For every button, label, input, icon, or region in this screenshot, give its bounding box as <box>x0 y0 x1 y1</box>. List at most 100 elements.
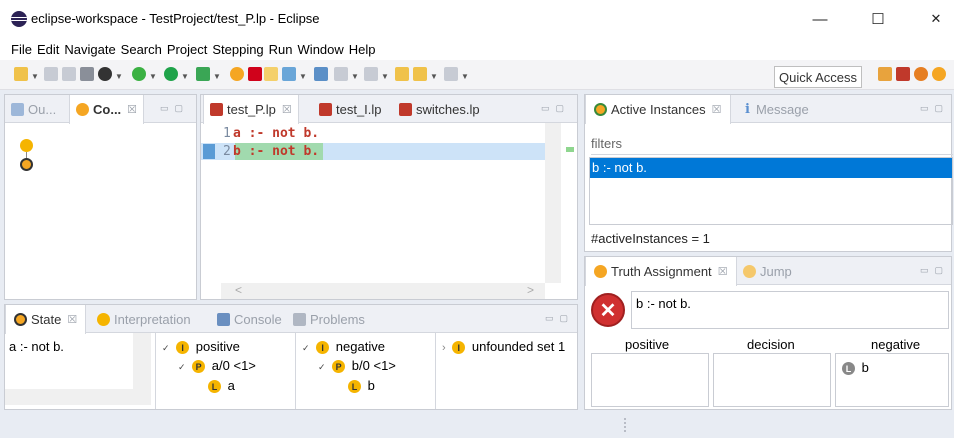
tree-node-predicate[interactable]: ✓ P b/0 <1> <box>318 358 396 374</box>
chevron-down-icon[interactable]: ✓ <box>162 343 170 353</box>
scroll-right-icon[interactable]: > <box>527 283 534 297</box>
tab-active-instances[interactable]: Active Instances ☒ <box>585 95 731 124</box>
horizontal-scrollbar[interactable] <box>221 283 545 299</box>
close-tab-icon[interactable]: ☒ <box>718 265 728 278</box>
chevron-right-icon[interactable]: › <box>442 342 446 354</box>
open-perspective-icon[interactable] <box>878 67 892 81</box>
tab-state[interactable]: State ☒ <box>5 305 87 334</box>
tree-node-negative[interactable]: ✓ I negative <box>302 339 385 355</box>
menu-project[interactable]: Project <box>167 42 207 57</box>
decision-list[interactable] <box>713 353 831 407</box>
close-tab-icon[interactable]: ☒ <box>67 313 77 326</box>
chevron-down-icon[interactable]: ▼ <box>31 72 39 81</box>
positive-list[interactable] <box>591 353 709 407</box>
vertical-scrollbar[interactable] <box>545 123 561 283</box>
breakpoint-marker-icon[interactable] <box>203 144 215 159</box>
chevron-down-icon[interactable]: ▼ <box>351 72 359 81</box>
menu-navigate[interactable]: Navigate <box>64 42 115 57</box>
code-line[interactable]: a :- not b. <box>233 126 319 141</box>
chevron-down-icon[interactable]: ▼ <box>213 72 221 81</box>
predicate-badge-icon: P <box>332 360 346 374</box>
menu-window[interactable]: Window <box>298 42 344 57</box>
close-tab-icon[interactable]: ☒ <box>127 103 137 116</box>
forward-icon[interactable] <box>444 67 458 81</box>
forward-history-icon[interactable] <box>413 67 427 81</box>
tab-test-p[interactable]: test_P.lp ☒ <box>203 95 299 124</box>
menu-search[interactable]: Search <box>121 42 162 57</box>
maximize-button[interactable]: ☐ <box>858 6 898 32</box>
chevron-down-icon[interactable]: ▼ <box>149 72 157 81</box>
minimize-maximize-icon[interactable]: ▭▢ <box>160 103 189 114</box>
stop-icon[interactable] <box>248 67 262 81</box>
minimize-maximize-icon[interactable]: ▭▢ <box>541 103 570 114</box>
code-line[interactable]: b :- not b. <box>233 144 319 159</box>
close-tab-icon[interactable]: ☒ <box>712 103 722 116</box>
chevron-down-icon[interactable]: ▼ <box>299 72 307 81</box>
chevron-down-icon[interactable]: ✓ <box>302 343 310 353</box>
prev-annotation-icon[interactable] <box>364 67 378 81</box>
tree-node-literal[interactable]: L a <box>208 378 235 394</box>
tab-console[interactable]: Console <box>217 305 282 333</box>
minimize-maximize-icon[interactable]: ▭▢ <box>920 265 949 276</box>
node-icon[interactable] <box>20 158 33 171</box>
menu-help[interactable]: Help <box>349 42 376 57</box>
tab-interpretation[interactable]: Interpretation <box>97 305 191 333</box>
node-icon[interactable] <box>20 139 33 152</box>
step-icon[interactable] <box>230 67 244 81</box>
run-icon[interactable] <box>164 67 178 81</box>
chevron-down-icon[interactable]: ▼ <box>461 72 469 81</box>
chevron-down-icon[interactable]: ▼ <box>181 72 189 81</box>
tab-constraints[interactable]: Co... ☒ <box>69 95 145 124</box>
minimize-button[interactable]: — <box>800 6 840 32</box>
scroll-left-icon[interactable]: < <box>235 283 242 297</box>
rule-textbox[interactable]: b :- not b. <box>631 291 949 329</box>
list-item[interactable]: a :- not b. <box>9 339 64 354</box>
perspective-stepping-icon[interactable] <box>914 67 928 81</box>
folder-icon[interactable] <box>264 67 278 81</box>
tool-icon[interactable] <box>80 67 94 81</box>
tree-node-unfounded[interactable]: › I unfounded set 1 <box>442 339 565 355</box>
quick-access-input[interactable]: Quick Access <box>774 66 862 88</box>
tab-problems[interactable]: Problems <box>293 305 365 333</box>
bug-icon[interactable] <box>132 67 146 81</box>
tab-outline[interactable]: Ou... <box>11 95 56 123</box>
chevron-down-icon[interactable]: ▼ <box>115 72 123 81</box>
search-icon[interactable] <box>314 67 328 81</box>
pencil-icon[interactable] <box>282 67 296 81</box>
save-all-icon[interactable] <box>62 67 76 81</box>
tree-node-predicate[interactable]: ✓ P a/0 <1> <box>178 358 256 374</box>
close-tab-icon[interactable]: ☒ <box>282 103 292 116</box>
tab-switches[interactable]: switches.lp <box>399 95 480 123</box>
horizontal-scrollbar[interactable] <box>5 389 151 405</box>
tab-message[interactable]: i Message <box>745 95 809 123</box>
close-button[interactable]: ✕ <box>916 6 954 32</box>
save-icon[interactable] <box>44 67 58 81</box>
external-tool-icon[interactable] <box>196 67 210 81</box>
tree-node-positive[interactable]: ✓ I positive <box>162 339 240 355</box>
debug-icon[interactable] <box>98 67 112 81</box>
new-file-icon[interactable] <box>14 67 28 81</box>
chevron-down-icon[interactable]: ✓ <box>318 362 326 372</box>
minimize-maximize-icon[interactable]: ▭▢ <box>545 313 574 324</box>
back-icon[interactable] <box>395 67 409 81</box>
negative-list[interactable]: L b <box>835 353 949 407</box>
vertical-scrollbar[interactable] <box>133 333 151 389</box>
tab-truth-assignment[interactable]: Truth Assignment ☒ <box>585 257 737 286</box>
menu-stepping[interactable]: Stepping <box>212 42 263 57</box>
next-annotation-icon[interactable] <box>334 67 348 81</box>
list-item[interactable]: b :- not b. <box>590 158 952 178</box>
perspective-asp-icon[interactable] <box>932 67 946 81</box>
chevron-down-icon[interactable]: ✓ <box>178 362 186 372</box>
menu-file[interactable]: File <box>11 42 32 57</box>
filters-input[interactable]: filters <box>591 133 953 155</box>
menu-edit[interactable]: Edit <box>37 42 59 57</box>
chevron-down-icon[interactable]: ▼ <box>381 72 389 81</box>
tab-test-i[interactable]: test_I.lp <box>319 95 382 123</box>
tree-node-literal[interactable]: L b <box>348 378 375 394</box>
chevron-down-icon[interactable]: ▼ <box>430 72 438 81</box>
menu-run[interactable]: Run <box>269 42 293 57</box>
tab-jump[interactable]: Jump <box>743 257 792 285</box>
perspective-debug-icon[interactable] <box>896 67 910 81</box>
minimize-maximize-icon[interactable]: ▭▢ <box>920 103 949 114</box>
overview-marker[interactable] <box>566 147 574 152</box>
